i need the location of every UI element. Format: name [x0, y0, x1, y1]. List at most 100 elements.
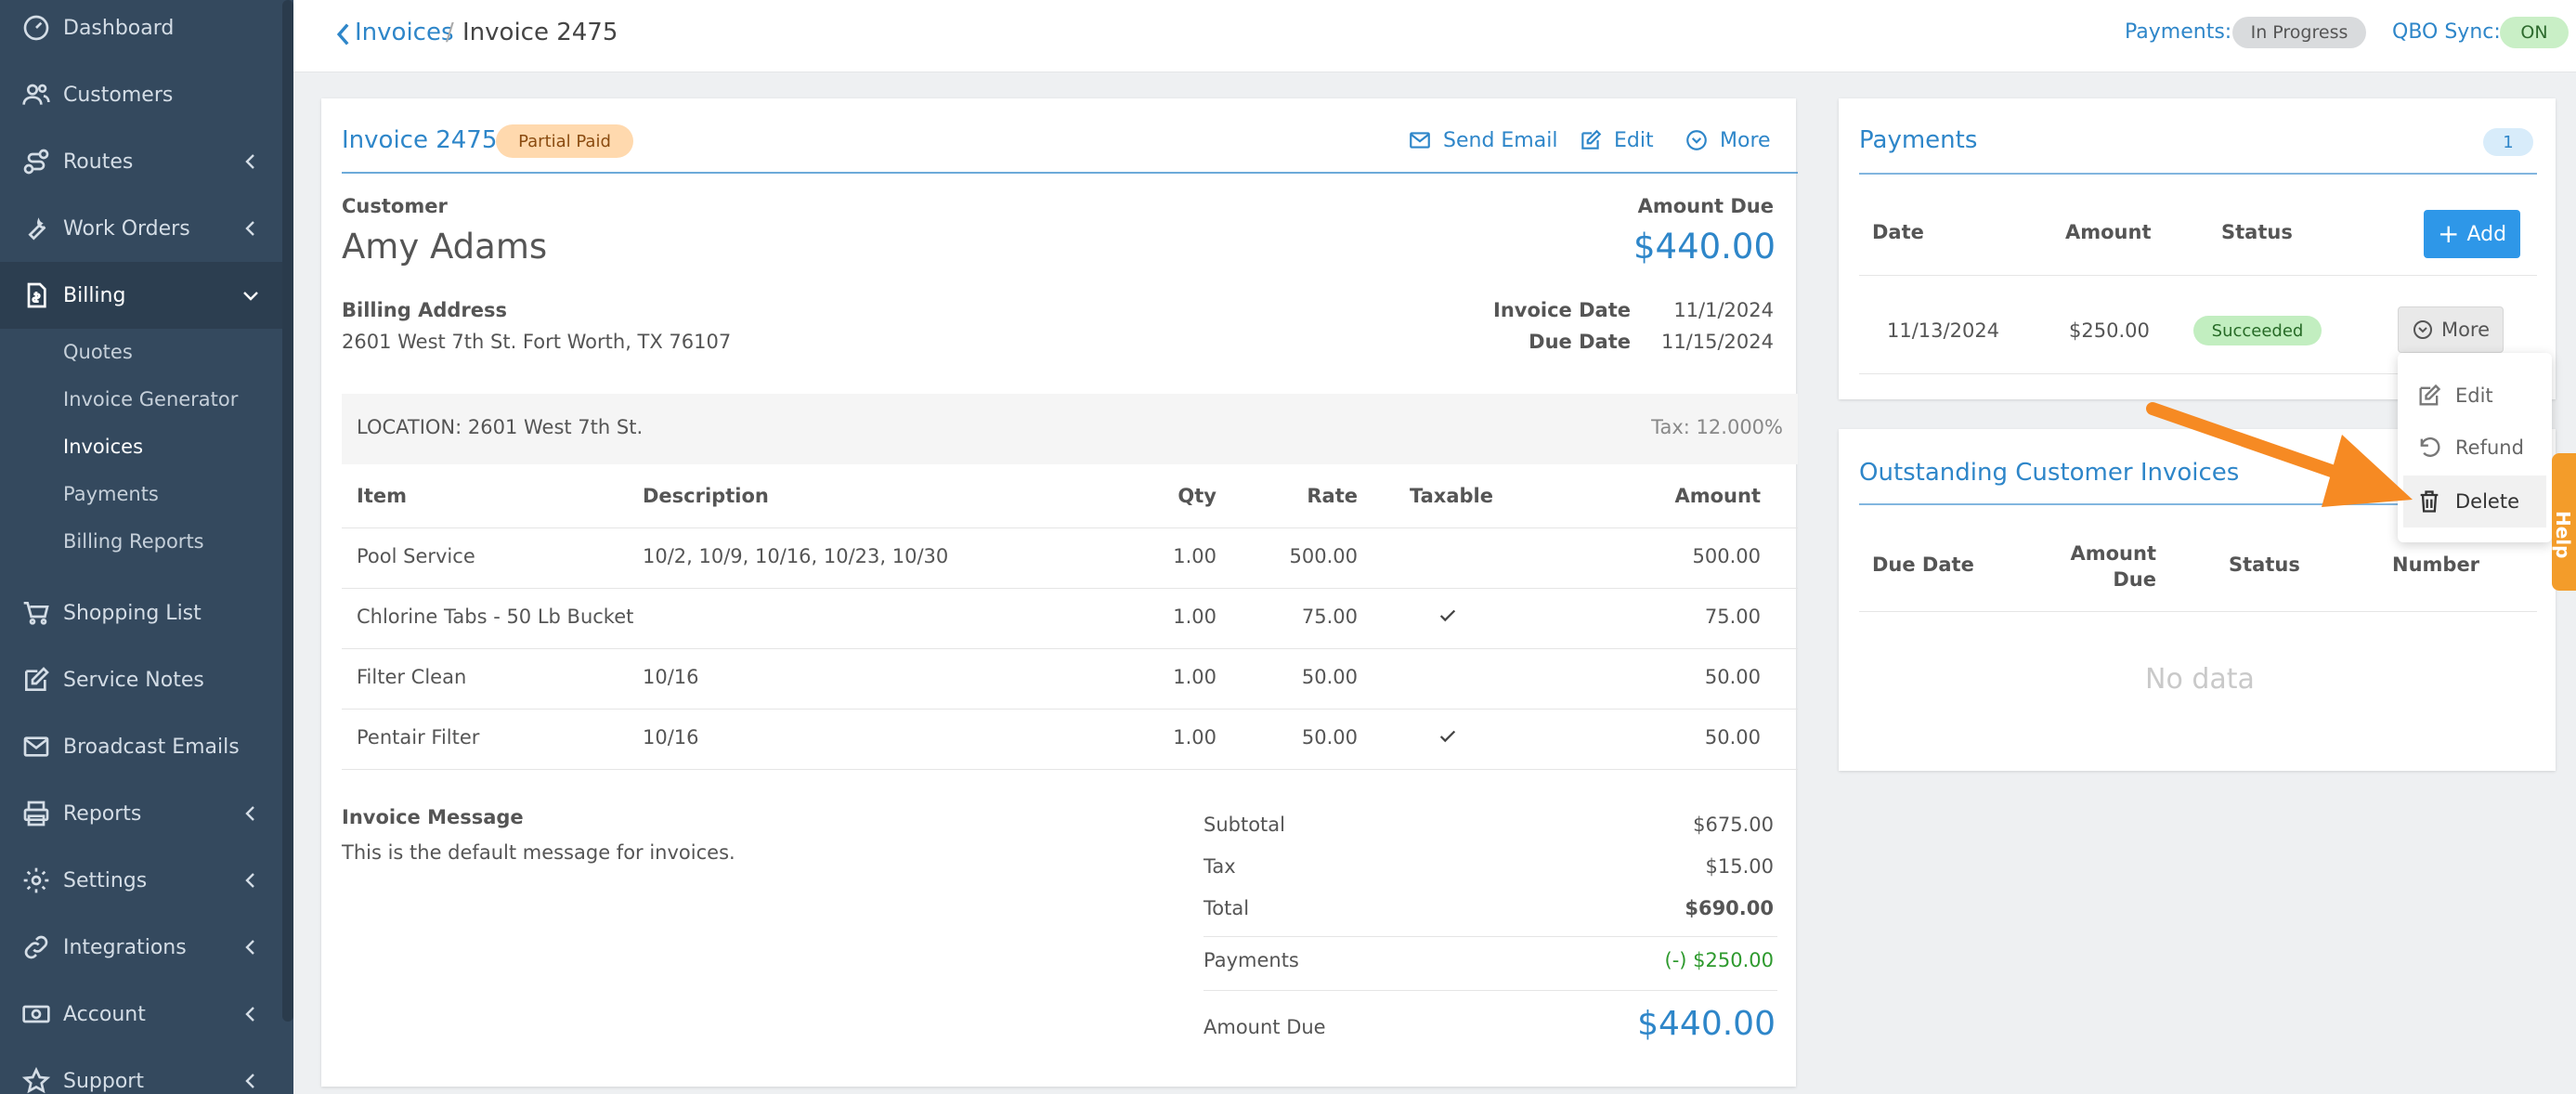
customer-name: Amy Adams [342, 227, 548, 267]
help-label: Help [2552, 511, 2574, 559]
billing-address-label: Billing Address [342, 299, 508, 321]
sidebar-item-label: Shopping List [63, 601, 202, 625]
edit-label: Edit [1614, 128, 1654, 152]
sidebar-item-support[interactable]: Support [0, 1048, 282, 1094]
mail-icon [1410, 132, 1430, 149]
send-email-button[interactable]: Send Email [1408, 124, 1557, 156]
cell-rate: 500.00 [1289, 545, 1358, 567]
sidebar-item-shopping-list[interactable]: Shopping List [0, 580, 282, 646]
sidebar-item-settings[interactable]: Settings [0, 847, 282, 914]
edit-button[interactable]: Edit [1579, 124, 1654, 156]
payment-more-button[interactable]: More [2398, 306, 2504, 353]
cell-description: 10/16 [643, 726, 699, 749]
sidebar-subitem-payments[interactable]: Payments [63, 471, 159, 517]
star-icon [20, 1065, 52, 1094]
sidebar-item-routes[interactable]: Routes [0, 128, 282, 195]
column-header-date: Date [1872, 221, 1924, 243]
more-label: More [2440, 319, 2491, 341]
customers-icon [20, 79, 52, 111]
sidebar-subitem-quotes[interactable]: Quotes [63, 329, 133, 375]
amount-due-total-label: Amount Due [1203, 1016, 1326, 1038]
sidebar-item-label: Support [63, 1069, 144, 1093]
table-divider [342, 527, 1798, 528]
invoice-message-label: Invoice Message [342, 806, 524, 828]
sidebar-item-label: Work Orders [63, 216, 190, 241]
qbo-sync-badge: ON [2500, 17, 2569, 48]
location-text: LOCATION: 2601 West 7th St. [357, 416, 644, 438]
sidebar-scrollbar[interactable] [282, 0, 293, 1022]
send-email-label: Send Email [1443, 128, 1558, 152]
sidebar-item-service-notes[interactable]: Service Notes [0, 646, 282, 713]
totals-divider [1203, 990, 1777, 991]
column-header-number: Number [2392, 554, 2480, 576]
table-divider [342, 709, 1798, 710]
menu-item-label: Refund [2455, 436, 2524, 459]
invoice-message: This is the default message for invoices… [342, 841, 735, 864]
menu-item-edit[interactable]: Edit [2403, 370, 2546, 422]
customer-label: Customer [342, 195, 448, 217]
chevron-left-icon [240, 1070, 262, 1092]
totals-divider [1203, 936, 1777, 937]
sidebar-item-billing[interactable]: Billing [0, 262, 282, 329]
sidebar-item-label: Routes [63, 150, 134, 174]
subtotal-value: $675.00 [1693, 814, 1774, 836]
wrench-icon [20, 213, 52, 244]
due-date-label: Due Date [1529, 331, 1631, 353]
payments-status-label: Payments: [2125, 20, 2232, 44]
chevron-left-icon[interactable] [334, 22, 351, 46]
add-payment-button[interactable]: + Add [2424, 210, 2520, 258]
cell-qty: 1.00 [1173, 545, 1216, 567]
sidebar-item-label: Integrations [63, 935, 187, 959]
sidebar-item-reports[interactable]: Reports [0, 780, 282, 847]
sidebar-item-label: Dashboard [63, 16, 175, 40]
sidebar-item-integrations[interactable]: Integrations [0, 914, 282, 981]
payments-label: Payments [1203, 949, 1299, 971]
menu-item-delete[interactable]: Delete [2403, 475, 2546, 527]
table-divider [342, 588, 1798, 589]
cell-amount: 500.00 [1692, 545, 1761, 567]
menu-item-label: Delete [2455, 490, 2519, 513]
sidebar-item-label: Service Notes [63, 668, 204, 692]
sidebar-subitem-billing-reports[interactable]: Billing Reports [63, 518, 204, 565]
subtotal-label: Subtotal [1203, 814, 1285, 836]
column-header-amount-line1: Amount [2070, 542, 2156, 565]
cell-item: Chlorine Tabs - 50 Lb Bucket [357, 606, 634, 628]
billing-icon [20, 280, 52, 311]
sidebar-item-work-orders[interactable]: Work Orders [0, 195, 282, 262]
more-button[interactable]: More [1685, 124, 1771, 156]
invoice-title: Invoice 2475 [342, 126, 498, 154]
header-divider [342, 172, 1798, 174]
total-value: $690.00 [1685, 897, 1774, 919]
sidebar-subitem-invoices[interactable]: Invoices [63, 423, 143, 470]
column-header-amount: Amount [2065, 221, 2152, 243]
dashboard-icon [20, 12, 52, 44]
printer-icon [20, 798, 52, 829]
sidebar-item-account[interactable]: Account [0, 981, 282, 1048]
sidebar-item-label: Account [63, 1002, 146, 1026]
edit-icon [20, 664, 52, 696]
outstanding-title: Outstanding Customer Invoices [1859, 459, 2240, 487]
tax-label: Tax [1203, 855, 1236, 878]
checkmark-icon [1438, 726, 1458, 751]
amount-due-total-value: $440.00 [1637, 1005, 1776, 1043]
sidebar-item-label: Customers [63, 83, 174, 107]
sidebar-item-label: Billing [63, 283, 126, 307]
help-tab[interactable]: Help [2552, 453, 2576, 591]
routes-icon [20, 146, 52, 177]
payment-status-badge: Succeeded [2193, 316, 2322, 345]
menu-item-refund[interactable]: Refund [2403, 422, 2546, 474]
sidebar-subitem-invoice-generator[interactable]: Invoice Generator [63, 376, 238, 423]
add-label: Add [2466, 222, 2507, 246]
due-date: 11/15/2024 [1660, 331, 1774, 353]
table-divider [1859, 611, 2537, 612]
undo-icon [2420, 436, 2440, 457]
cell-rate: 75.00 [1301, 606, 1358, 628]
sidebar-item-dashboard[interactable]: Dashboard [0, 0, 282, 61]
breadcrumb-invoices-link[interactable]: Invoices [355, 19, 454, 46]
chevron-left-icon [240, 869, 262, 892]
sidebar-item-customers[interactable]: Customers [0, 61, 282, 128]
chevron-down-icon [240, 284, 262, 306]
payment-date: 11/13/2024 [1887, 319, 2000, 342]
trash-icon [2420, 490, 2439, 513]
sidebar-item-broadcast-emails[interactable]: Broadcast Emails [0, 713, 282, 780]
